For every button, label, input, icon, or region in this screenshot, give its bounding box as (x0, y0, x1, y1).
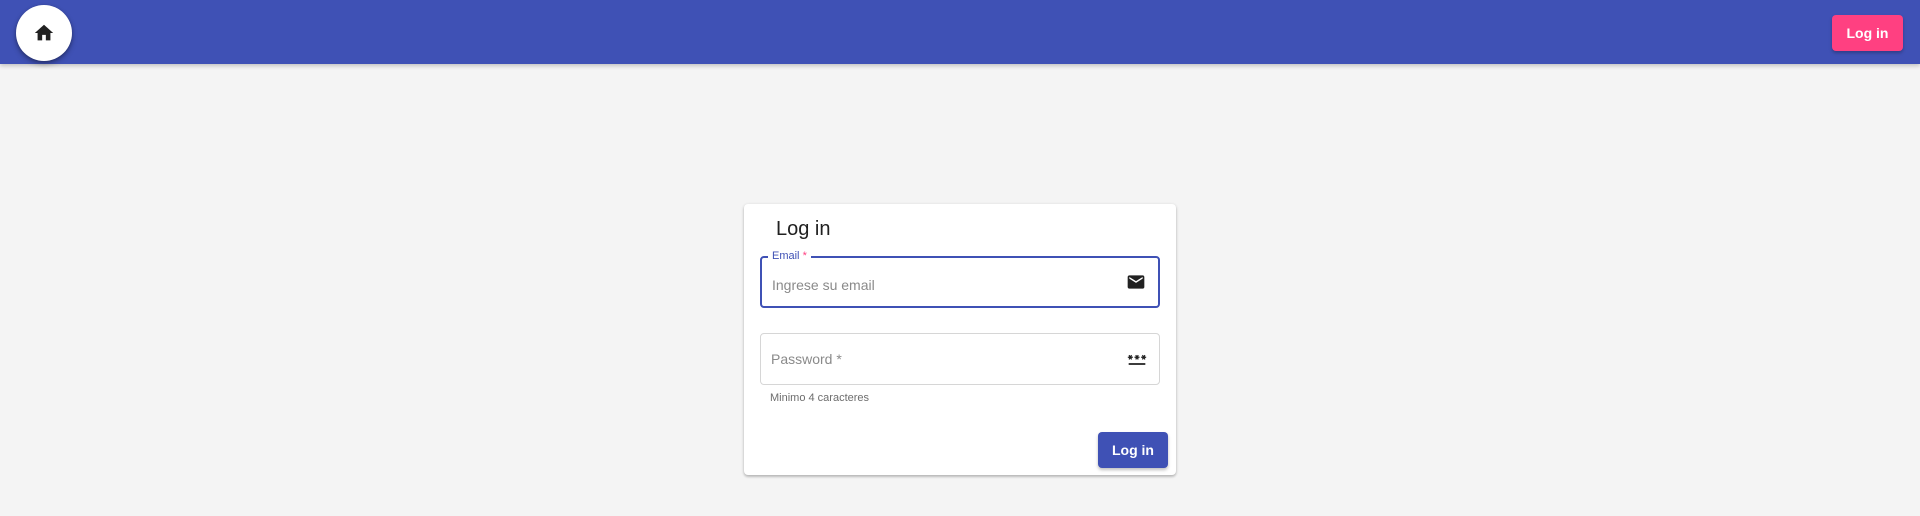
password-field[interactable] (760, 333, 1160, 385)
login-card: Log in Email * Minimo 4 caracteres Log i… (744, 204, 1176, 475)
password-icon (1127, 349, 1147, 369)
header-login-button[interactable]: Log in (1832, 15, 1903, 51)
email-field[interactable]: Email * (760, 250, 1160, 309)
email-input[interactable] (772, 261, 1112, 309)
home-icon (34, 24, 54, 41)
password-helper-text: Minimo 4 caracteres (770, 392, 870, 404)
mail-icon (1126, 272, 1146, 292)
app-bar: Log in (0, 0, 1920, 64)
password-input[interactable] (771, 334, 1111, 384)
card-title: Log in (776, 218, 831, 240)
home-button[interactable] (16, 5, 72, 61)
submit-login-button[interactable]: Log in (1098, 432, 1168, 468)
